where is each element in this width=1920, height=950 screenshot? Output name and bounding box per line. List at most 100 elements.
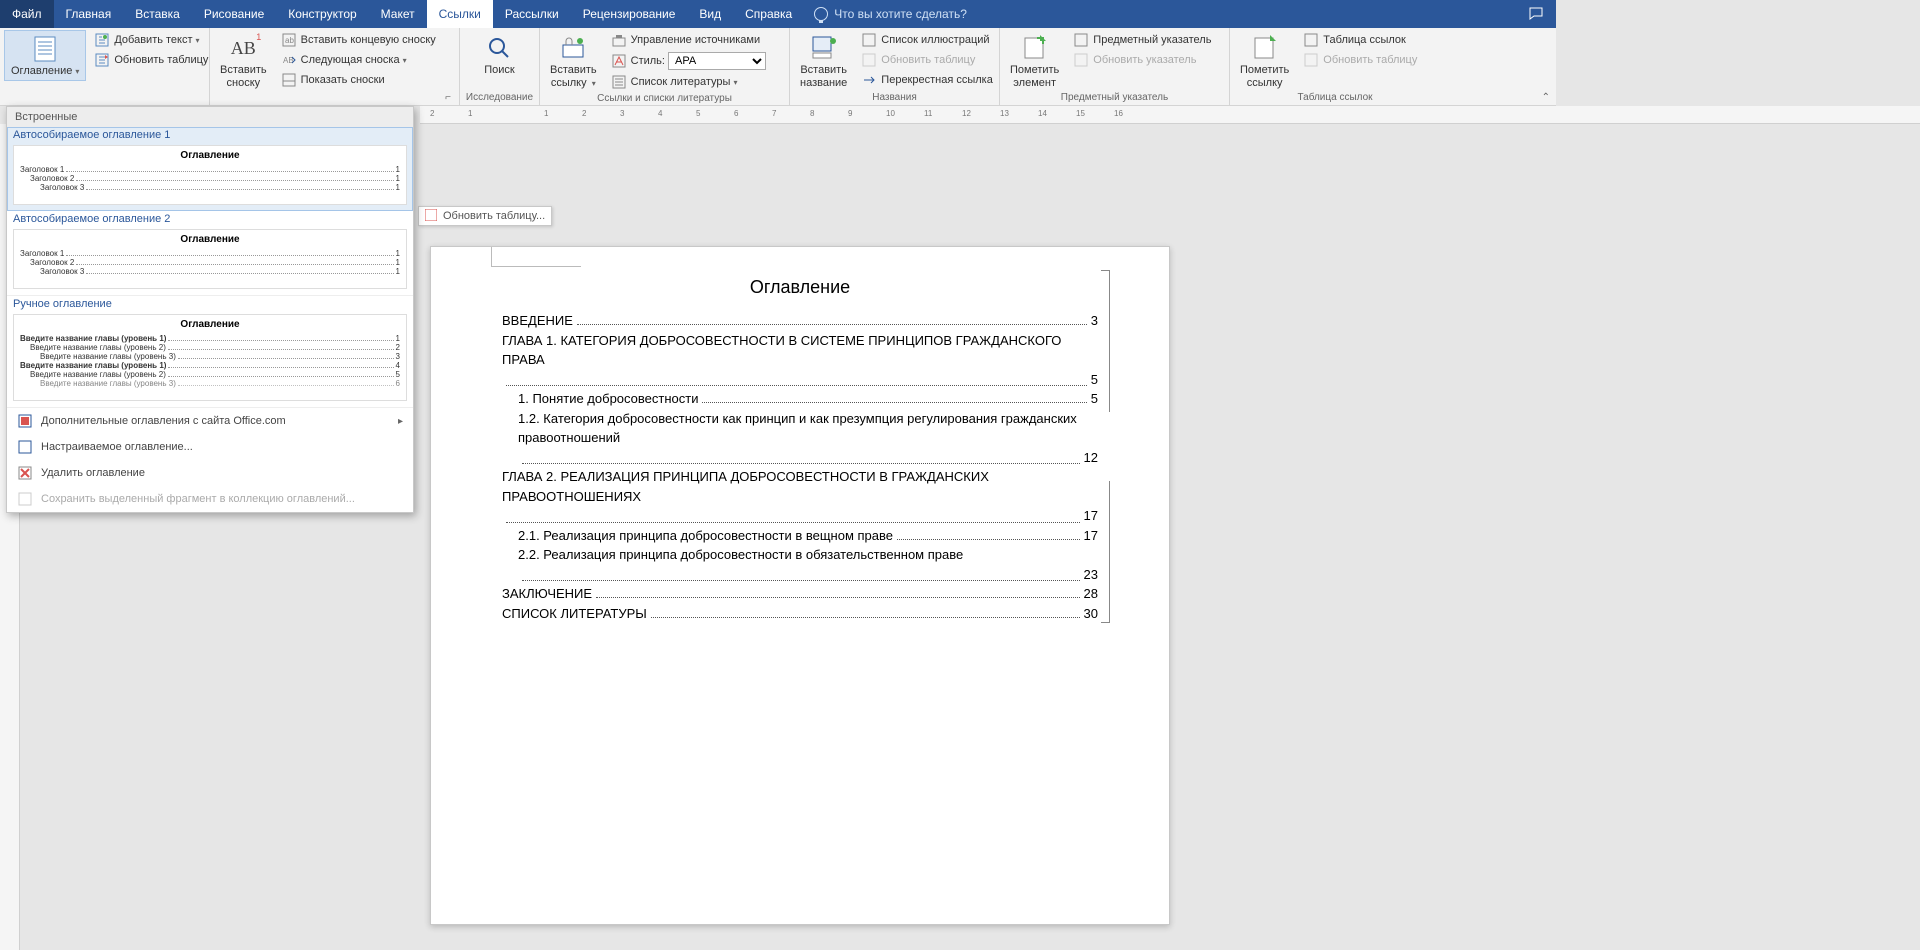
toc-field[interactable]: Оглавление ВВЕДЕНИЕ3ГЛАВА 1. КАТЕГОРИЯ Д… (501, 269, 1099, 624)
ruler-number: 2 (582, 109, 586, 118)
mark-entry-button[interactable]: Пометить элемент (1004, 30, 1065, 89)
horizontal-ruler[interactable]: 2112345678910111213141516 (420, 106, 1920, 124)
endnote-icon: ab (281, 32, 297, 48)
search-icon (485, 34, 513, 62)
ribbon-group-citations: Вставить ссылку ▾ Управление источниками… (540, 28, 790, 105)
insert-citation-button[interactable]: Вставить ссылку ▾ (544, 30, 603, 89)
ruler-number: 8 (810, 109, 814, 118)
menu-insert[interactable]: Вставка (123, 0, 192, 28)
comments-pane-icon[interactable] (1516, 6, 1556, 22)
menu-review[interactable]: Рецензирование (571, 0, 688, 28)
toc-option-auto2[interactable]: Автособираемое оглавление 2 Оглавление З… (7, 211, 413, 296)
margin-guide (491, 247, 581, 267)
toc-option-auto1[interactable]: Автособираемое оглавление 1 Оглавление З… (7, 127, 413, 211)
toc-entry-page: 17 (1084, 526, 1098, 546)
mark-entry-icon (1021, 34, 1049, 62)
style-dropdown[interactable]: APA (668, 52, 766, 70)
group-label-citations: Ссылки и списки литературы (544, 92, 785, 106)
toc-option-manual[interactable]: Ручное оглавление Оглавление Введите наз… (7, 296, 413, 408)
update-toc-button[interactable]: Обновить таблицу (90, 50, 212, 70)
toc-entry-page: 28 (1084, 584, 1098, 604)
search-button[interactable]: Поиск (478, 30, 520, 77)
ruler-number: 2 (430, 109, 434, 118)
footnote-icon: AB1 (229, 34, 257, 62)
toc-entry[interactable]: 2.1. Реализация принципа добросовестност… (502, 526, 1098, 546)
refresh-icon (1303, 52, 1319, 68)
menu-home[interactable]: Главная (54, 0, 124, 28)
mark-citation-button[interactable]: Пометить ссылку (1234, 30, 1295, 89)
menu-references[interactable]: Ссылки (427, 0, 493, 28)
leader-dots (596, 597, 1079, 598)
bibliography-button[interactable]: Список литературы▾ (607, 72, 770, 92)
toc-entry-text: 1.2. Категория добросовестности как прин… (518, 409, 1098, 448)
ribbon-group-toc: Оглавление▾ Добавить текст▾ Обновить таб… (0, 28, 210, 105)
refresh-icon (425, 209, 439, 223)
toa-icon (1303, 32, 1319, 48)
manage-sources-button[interactable]: Управление источниками (607, 30, 770, 50)
toc-entry-text: 2.1. Реализация принципа добросовестност… (518, 526, 893, 546)
ruler-number: 3 (620, 109, 624, 118)
next-footnote-button[interactable]: ABСледующая сноска▾ (277, 50, 440, 70)
document-page[interactable]: Оглавление ВВЕДЕНИЕ3ГЛАВА 1. КАТЕГОРИЯ Д… (430, 246, 1170, 925)
toc-entry-text: 2.2. Реализация принципа добросовестност… (518, 545, 963, 565)
style-icon (611, 53, 627, 69)
menu-view[interactable]: Вид (687, 0, 733, 28)
toc-entry[interactable]: 1. Понятие добросовестности5 (502, 389, 1098, 409)
toc-entry[interactable]: ЗАКЛЮЧЕНИЕ28 (502, 584, 1098, 604)
toc-entry[interactable]: СПИСОК ЛИТЕРАТУРЫ30 (502, 604, 1098, 624)
group-label-toa: Таблица ссылок (1234, 91, 1436, 105)
cross-reference-button[interactable]: Перекрестная ссылка (857, 70, 997, 90)
add-text-icon (94, 32, 110, 48)
custom-toc[interactable]: Настраиваемое оглавление... (7, 434, 413, 460)
chevron-down-icon: ▾ (196, 36, 200, 45)
ribbon-group-captions: Вставить название Список иллюстраций Обн… (790, 28, 1000, 105)
save-gallery-icon (17, 491, 33, 507)
lightbulb-icon (814, 7, 828, 21)
office-icon (17, 413, 33, 429)
leader-dots (506, 370, 1087, 387)
toc-entry[interactable]: ГЛАВА 2. РЕАЛИЗАЦИЯ ПРИНЦИПА ДОБРОСОВЕСТ… (502, 467, 1098, 526)
menu-file[interactable]: Файл (0, 0, 54, 28)
list-figures-button[interactable]: Список иллюстраций (857, 30, 997, 50)
insert-footnote-button[interactable]: AB1 Вставить сноску (214, 30, 273, 89)
leader-dots (577, 324, 1087, 325)
footnotes-dialog-launcher[interactable]: ⌐ (214, 91, 455, 105)
insert-index-button[interactable]: Предметный указатель (1069, 30, 1215, 50)
insert-endnote-button[interactable]: abВставить концевую сноску (277, 30, 440, 50)
menu-layout[interactable]: Макет (369, 0, 427, 28)
toc-entry[interactable]: ГЛАВА 1. КАТЕГОРИЯ ДОБРОСОВЕСТНОСТИ В СИ… (502, 331, 1098, 390)
show-footnotes-button[interactable]: Показать сноски (277, 70, 440, 90)
toc-entry[interactable]: 1.2. Категория добросовестности как прин… (502, 409, 1098, 468)
update-toa-button: Обновить таблицу (1299, 50, 1421, 70)
more-toc-online[interactable]: Дополнительные оглавления с сайта Office… (7, 408, 413, 434)
ruler-number: 11 (924, 109, 932, 118)
menu-mailings[interactable]: Рассылки (493, 0, 571, 28)
ribbon-group-toa: Пометить ссылку Таблица ссылок Обновить … (1230, 28, 1440, 105)
leader-dots (702, 402, 1086, 403)
tell-me-search[interactable]: Что вы хотите сделать? (814, 0, 967, 28)
gallery-header: Встроенные (7, 107, 413, 127)
citation-style-select[interactable]: Стиль: APA (607, 50, 770, 72)
group-label-toc (4, 102, 205, 105)
toc-entry[interactable]: 2.2. Реализация принципа добросовестност… (502, 545, 1098, 584)
insert-caption-button[interactable]: Вставить название (794, 30, 853, 89)
add-text-button[interactable]: Добавить текст▾ (90, 30, 212, 50)
chevron-right-icon: ▸ (398, 416, 403, 427)
field-bracket-icon (1100, 270, 1110, 623)
menu-draw[interactable]: Рисование (192, 0, 276, 28)
toc-entry[interactable]: ВВЕДЕНИЕ3 (502, 311, 1098, 331)
mark-citation-icon (1251, 34, 1279, 62)
menu-help[interactable]: Справка (733, 0, 804, 28)
chevron-down-icon: ▾ (590, 79, 596, 88)
ruler-number: 1 (544, 109, 548, 118)
toc-button[interactable]: Оглавление▾ (4, 30, 86, 81)
toc-preview: Оглавление Введите название главы (урове… (13, 314, 407, 401)
toc-entry-page: 3 (1091, 311, 1098, 331)
menu-design[interactable]: Конструктор (276, 0, 368, 28)
remove-toc[interactable]: Удалить оглавление (7, 460, 413, 486)
toc-entry-page: 12 (1084, 448, 1098, 468)
collapse-ribbon-button[interactable]: ⌃ (1542, 92, 1550, 103)
update-table-floating-button[interactable]: Обновить таблицу... (418, 206, 552, 226)
save-toc-selection: Сохранить выделенный фрагмент в коллекци… (7, 486, 413, 512)
insert-toa-button[interactable]: Таблица ссылок (1299, 30, 1421, 50)
